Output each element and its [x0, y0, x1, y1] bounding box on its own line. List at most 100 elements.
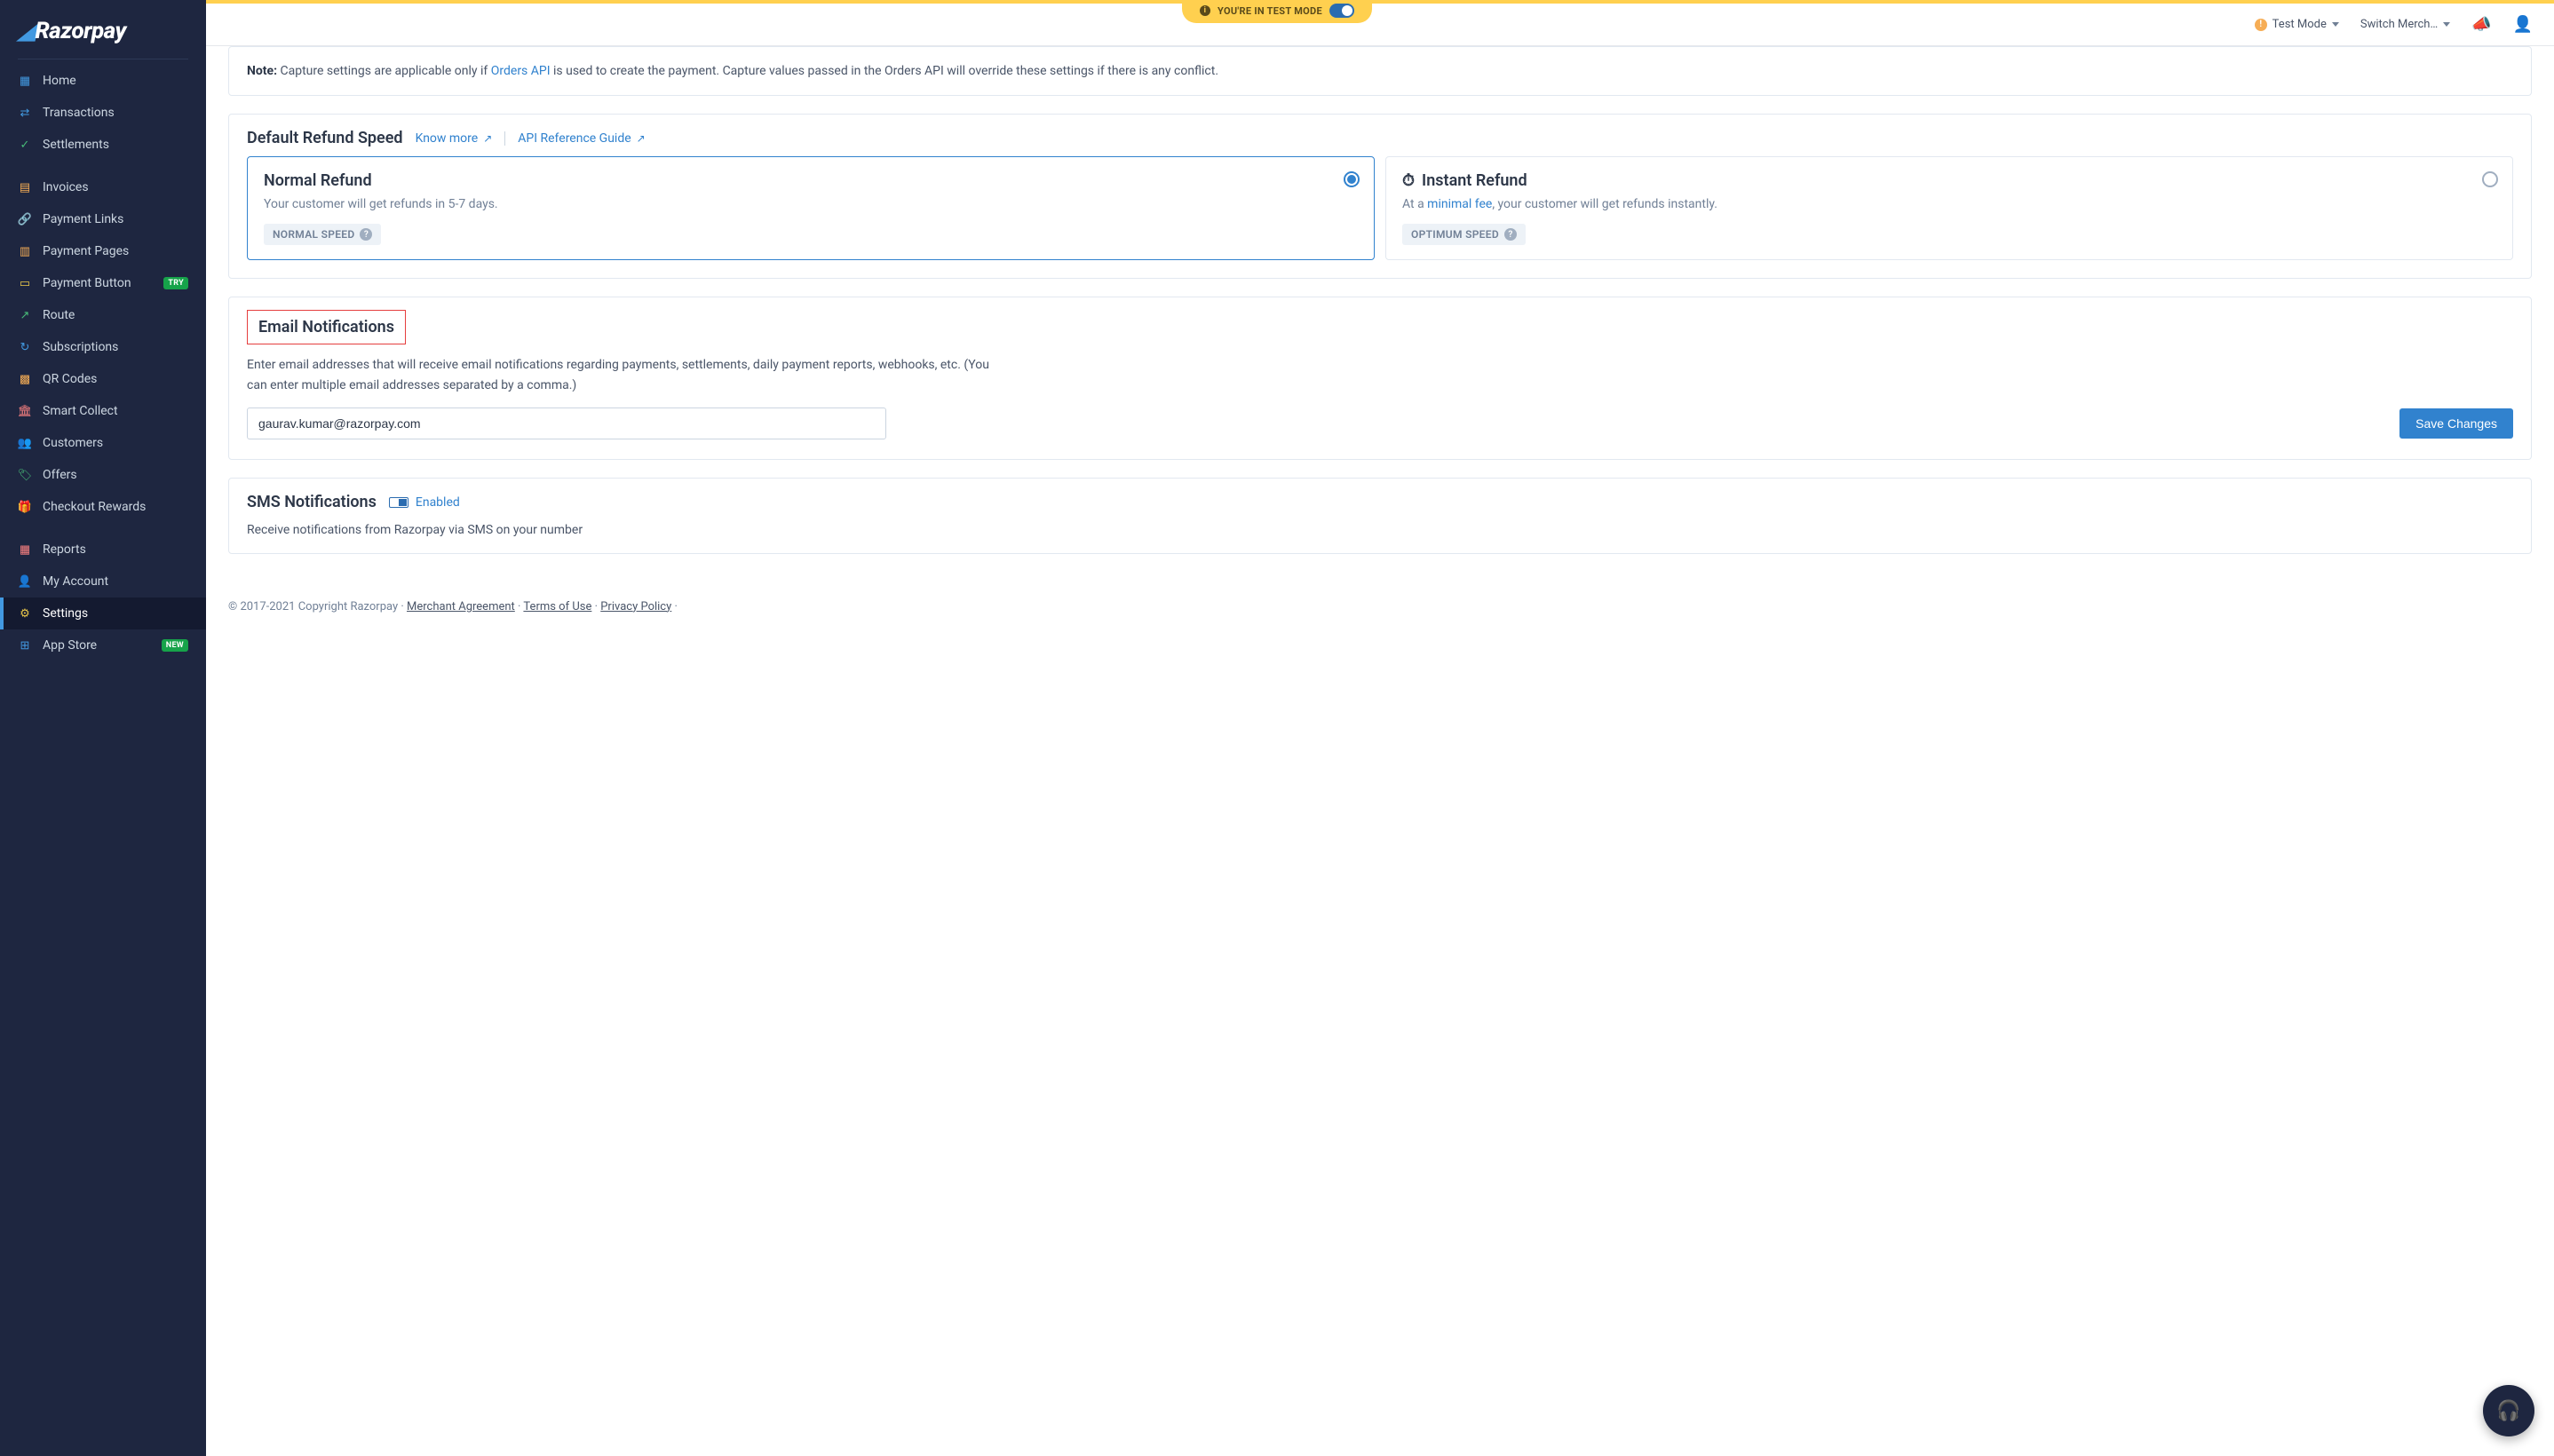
note-text-2: is used to create the payment. Capture v… — [551, 64, 1218, 78]
chevron-down-icon — [2332, 22, 2339, 27]
new-badge: NEW — [162, 639, 188, 652]
offers-icon: 🏷 — [18, 468, 32, 482]
gear-icon: ⚙ — [18, 606, 32, 621]
normal-refund-title: Normal Refund — [264, 171, 1358, 190]
terms-of-use-link[interactable]: Terms of Use — [523, 600, 591, 613]
home-icon: ▦ — [18, 74, 32, 88]
headset-icon: 🎧 — [2496, 1400, 2520, 1422]
header: ! Test Mode Switch Merch… 📣 👤 — [206, 4, 2554, 46]
account-icon: 👤 — [18, 574, 32, 589]
sidebar-item-settlements[interactable]: ✓ Settlements — [0, 129, 206, 161]
email-notifications-desc: Enter email addresses that will receive … — [229, 344, 1011, 408]
sidebar-item-label: Route — [43, 308, 75, 322]
email-input[interactable] — [247, 408, 886, 439]
sidebar-item-smart-collect[interactable]: 🏛Smart Collect — [0, 395, 206, 427]
sidebar-item-label: Payment Links — [43, 212, 123, 226]
sidebar-item-customers[interactable]: 👥Customers — [0, 427, 206, 459]
invoices-icon: ▤ — [18, 180, 32, 194]
chevron-down-icon — [2443, 22, 2450, 27]
external-link-icon: ↗ — [483, 132, 492, 145]
sidebar-item-checkout-rewards[interactable]: 🎁 Checkout Rewards — [0, 491, 206, 523]
orders-api-link[interactable]: Orders API — [491, 64, 551, 78]
help-icon[interactable]: ? — [1504, 228, 1517, 241]
note-text-1: Capture settings are applicable only if — [277, 64, 491, 78]
sidebar-item-label: Payment Pages — [43, 244, 129, 258]
profile-icon[interactable]: 👤 — [2513, 15, 2533, 34]
sidebar-item-label: Settlements — [43, 138, 109, 152]
announcements-icon[interactable]: 📣 — [2471, 15, 2491, 34]
sidebar-item-home[interactable]: ▦ Home — [0, 65, 206, 97]
test-mode-dropdown[interactable]: ! Test Mode — [2255, 18, 2339, 31]
merchant-agreement-link[interactable]: Merchant Agreement — [407, 600, 515, 613]
sidebar-item-payment-links[interactable]: 🔗 Payment Links — [0, 203, 206, 235]
test-mode-toggle[interactable] — [1329, 4, 1354, 18]
collect-icon: 🏛 — [18, 404, 32, 418]
settlements-icon: ✓ — [18, 138, 32, 152]
sms-enabled-label: Enabled — [416, 495, 460, 510]
normal-refund-desc: Your customer will get refunds in 5-7 da… — [264, 197, 1358, 211]
sidebar-item-transactions[interactable]: ⇄ Transactions — [0, 97, 206, 129]
sidebar-item-label: Offers — [43, 468, 77, 482]
instant-refund-desc: At a minimal fee, your customer will get… — [1402, 197, 2496, 211]
brand-logo: ◢Razorpay — [0, 9, 206, 59]
capture-note-card: Note: Capture settings are applicable on… — [228, 46, 2532, 96]
sidebar-item-label: Subscriptions — [43, 340, 118, 354]
sidebar-item-label: Home — [43, 74, 76, 88]
sidebar-item-label: QR Codes — [43, 372, 97, 386]
sidebar-item-reports[interactable]: ▦Reports — [0, 534, 206, 566]
sidebar-item-label: Settings — [43, 606, 88, 621]
privacy-policy-link[interactable]: Privacy Policy — [600, 600, 671, 613]
know-more-link[interactable]: Know more ↗ — [416, 131, 493, 146]
minimal-fee-link[interactable]: minimal fee — [1427, 197, 1492, 211]
capture-note-text: Note: Capture settings are applicable on… — [247, 61, 2513, 81]
sidebar-item-offers[interactable]: 🏷 Offers — [0, 459, 206, 491]
sidebar-item-route[interactable]: ↗ Route — [0, 299, 206, 331]
warning-icon: ! — [2255, 19, 2267, 31]
api-reference-link[interactable]: API Reference Guide ↗ — [518, 131, 645, 146]
sidebar-item-qr-codes[interactable]: ▩ QR Codes — [0, 363, 206, 395]
refund-speed-card: Default Refund Speed Know more ↗ API Ref… — [228, 114, 2532, 279]
switch-merchant-label: Switch Merch… — [2360, 18, 2438, 31]
sidebar-item-label: Transactions — [43, 106, 115, 120]
sms-toggle[interactable] — [389, 497, 408, 508]
sidebar-item-label: App Store — [43, 638, 97, 653]
route-icon: ↗ — [18, 308, 32, 322]
save-changes-button[interactable]: Save Changes — [2399, 408, 2513, 439]
sms-notifications-title: SMS Notifications — [247, 493, 377, 511]
info-icon: i — [1200, 5, 1210, 16]
main-content: Note: Capture settings are applicable on… — [206, 46, 2554, 631]
sidebar-item-app-store[interactable]: ⊞ App Store NEW — [0, 629, 206, 661]
apps-icon: ⊞ — [18, 638, 32, 653]
sidebar-item-subscriptions[interactable]: ↻ Subscriptions — [0, 331, 206, 363]
sidebar-item-settings[interactable]: ⚙ Settings — [0, 597, 206, 629]
qr-icon: ▩ — [18, 372, 32, 386]
sidebar: ◢Razorpay ▦ Home ⇄ Transactions ✓ Settlemen… — [0, 0, 206, 1456]
test-mode-text: YOU'RE IN TEST MODE — [1218, 5, 1322, 17]
support-fab[interactable]: 🎧 — [2483, 1385, 2534, 1436]
sidebar-item-payment-button[interactable]: ▭Payment ButtonTRY — [0, 267, 206, 299]
external-link-icon: ↗ — [637, 132, 646, 145]
link-icon: 🔗 — [18, 212, 32, 226]
footer: © 2017-2021 Copyright Razorpay · Merchan… — [206, 590, 2554, 631]
sidebar-item-label: Reports — [43, 542, 86, 557]
normal-refund-option[interactable]: Normal Refund Your customer will get ref… — [247, 156, 1375, 260]
help-icon[interactable]: ? — [360, 228, 372, 241]
sidebar-item-label: Payment Button — [43, 276, 131, 290]
normal-speed-tag: NORMAL SPEED ? — [264, 224, 381, 245]
transactions-icon: ⇄ — [18, 106, 32, 120]
email-notifications-card: Email Notifications Enter email addresse… — [228, 297, 2532, 460]
optimum-speed-tag: OPTIMUM SPEED ? — [1402, 224, 1526, 245]
sidebar-item-label: Checkout Rewards — [43, 500, 146, 514]
sidebar-item-invoices[interactable]: ▤Invoices — [0, 171, 206, 203]
subscriptions-icon: ↻ — [18, 340, 32, 354]
refund-speed-title: Default Refund Speed — [247, 129, 403, 147]
pages-icon: ▥ — [18, 244, 32, 258]
button-icon: ▭ — [18, 276, 32, 290]
rewards-icon: 🎁 — [18, 500, 32, 514]
sidebar-item-my-account[interactable]: 👤My Account — [0, 566, 206, 597]
instant-refund-option[interactable]: ⏱ Instant Refund At a minimal fee, your … — [1385, 156, 2513, 260]
sms-notifications-desc: Receive notifications from Razorpay via … — [229, 520, 1011, 552]
switch-merchant-dropdown[interactable]: Switch Merch… — [2360, 18, 2450, 31]
test-mode-banner: i YOU'RE IN TEST MODE — [1182, 0, 1372, 23]
sidebar-item-payment-pages[interactable]: ▥ Payment Pages — [0, 235, 206, 267]
